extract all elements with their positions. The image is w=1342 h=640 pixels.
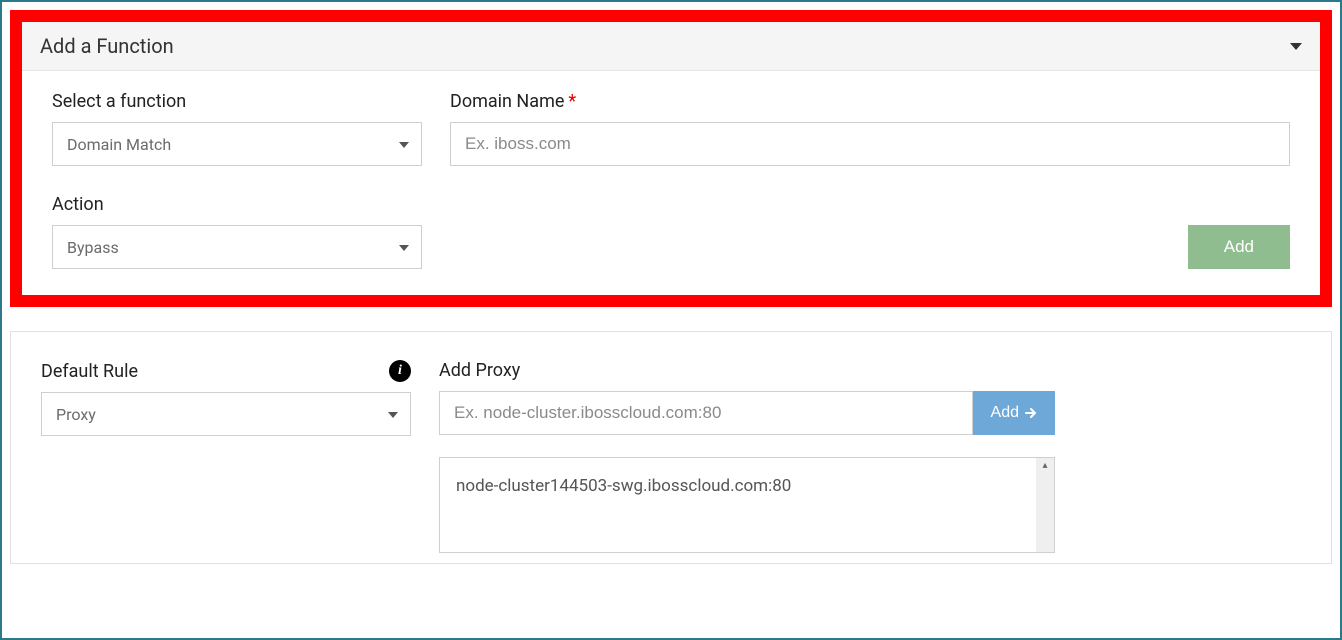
arrow-right-icon <box>1025 407 1037 419</box>
select-function-label: Select a function <box>52 91 422 112</box>
default-rule-value: Proxy <box>56 405 96 424</box>
page-frame: Add a Function Select a function Domain … <box>0 0 1342 640</box>
action-dropdown[interactable]: Bypass <box>52 225 422 269</box>
default-rule-dropdown[interactable]: Proxy <box>41 392 411 436</box>
scroll-up-icon[interactable]: ▴ <box>1036 460 1054 471</box>
info-icon[interactable]: i <box>389 360 411 382</box>
domain-name-input[interactable] <box>450 122 1290 166</box>
add-function-title: Add a Function <box>40 34 174 58</box>
proxy-list[interactable]: node-cluster144503-swg.ibosscloud.com:80… <box>439 457 1055 553</box>
default-rule-panel: Default Rule i Proxy Add Proxy Add <box>10 331 1332 564</box>
select-function-value: Domain Match <box>67 135 171 154</box>
add-proxy-button[interactable]: Add <box>973 391 1055 435</box>
add-function-header[interactable]: Add a Function <box>22 22 1320 71</box>
action-label: Action <box>52 194 422 215</box>
add-function-panel: Add a Function Select a function Domain … <box>10 10 1332 307</box>
add-function-button[interactable]: Add <box>1188 225 1290 269</box>
select-function-dropdown[interactable]: Domain Match <box>52 122 422 166</box>
default-rule-field: Default Rule i Proxy <box>41 360 411 553</box>
select-function-field: Select a function Domain Match <box>52 91 422 166</box>
proxy-list-item[interactable]: node-cluster144503-swg.ibosscloud.com:80 <box>456 476 791 496</box>
chevron-down-icon <box>399 136 409 152</box>
domain-name-label: Domain Name* <box>450 91 1290 112</box>
action-value: Bypass <box>67 238 119 257</box>
add-proxy-label: Add Proxy <box>439 360 1301 381</box>
default-rule-label: Default Rule <box>41 361 138 382</box>
action-field: Action Bypass <box>52 194 422 269</box>
collapse-icon[interactable] <box>1290 43 1302 50</box>
domain-name-field: Domain Name* <box>450 91 1290 166</box>
scrollbar[interactable]: ▴ <box>1036 458 1054 552</box>
add-function-body: Select a function Domain Match Domain Na… <box>22 71 1320 295</box>
required-asterisk: * <box>568 91 576 112</box>
add-proxy-input[interactable] <box>439 391 973 435</box>
chevron-down-icon <box>388 406 398 422</box>
add-proxy-field: Add Proxy Add node-cluster144503-swg.ibo… <box>439 360 1301 553</box>
chevron-down-icon <box>399 239 409 255</box>
